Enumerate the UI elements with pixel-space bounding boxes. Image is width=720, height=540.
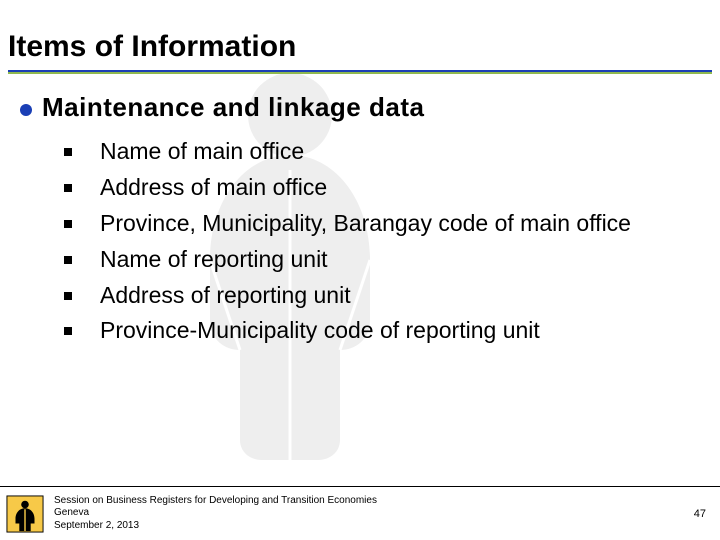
list-item-text: Province-Municipality code of reporting … — [100, 316, 540, 346]
list-item-text: Address of main office — [100, 173, 327, 203]
list-item-text: Name of reporting unit — [100, 245, 328, 275]
square-bullet-icon — [64, 184, 72, 192]
list-item: Name of main office — [64, 137, 700, 167]
list-item: Address of reporting unit — [64, 281, 700, 311]
page-number: 47 — [694, 508, 706, 520]
list-item-text: Address of reporting unit — [100, 281, 351, 311]
list-item: Name of reporting unit — [64, 245, 700, 275]
square-bullet-icon — [64, 256, 72, 264]
bullet-list: Name of main office Address of main offi… — [20, 137, 700, 346]
list-item-text: Province, Municipality, Barangay code of… — [100, 209, 631, 239]
square-bullet-icon — [64, 220, 72, 228]
square-bullet-icon — [64, 327, 72, 335]
footer-logo-icon — [6, 495, 44, 533]
list-item-text: Name of main office — [100, 137, 304, 167]
square-bullet-icon — [64, 148, 72, 156]
section-heading: Maintenance and linkage data — [42, 92, 424, 123]
footer-text: Session on Business Registers for Develo… — [54, 495, 377, 533]
footer-line1: Session on Business Registers for Develo… — [54, 495, 377, 508]
disc-bullet-icon — [20, 104, 32, 116]
list-item: Province, Municipality, Barangay code of… — [64, 209, 700, 239]
list-item: Province-Municipality code of reporting … — [64, 316, 700, 346]
section-heading-row: Maintenance and linkage data — [20, 92, 700, 123]
footer: Session on Business Registers for Develo… — [0, 486, 720, 540]
footer-line3: September 2, 2013 — [54, 520, 377, 533]
footer-line2: Geneva — [54, 507, 377, 520]
square-bullet-icon — [64, 292, 72, 300]
list-item: Address of main office — [64, 173, 700, 203]
slide-title: Items of Information — [0, 0, 720, 70]
